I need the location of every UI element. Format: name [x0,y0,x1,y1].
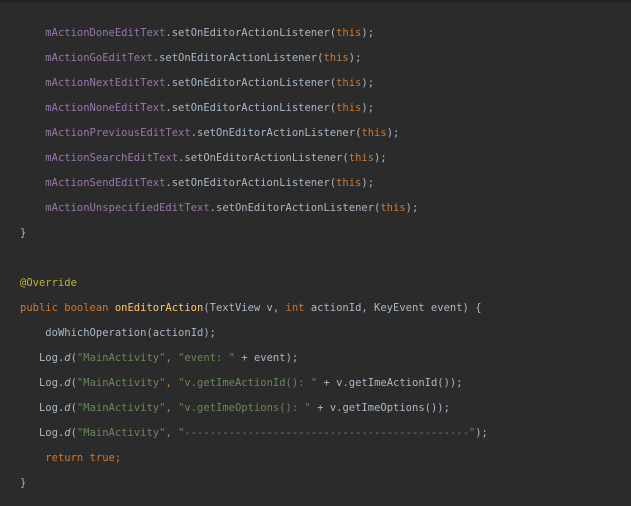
code-line: @Override [20,271,77,296]
code-token: this [336,177,362,189]
code-line: mActionNextEditText.setOnEditorActionLis… [20,71,374,96]
code-token: .setOnEditorActionListener( [165,77,337,89]
code-token: mActionGoEditText [45,52,153,64]
code-token: this [336,27,362,39]
code-token: Log. [38,352,65,364]
code-line: Log.d("MainActivity", "v.getImeOptions()… [20,396,450,421]
code-token: Log. [38,427,65,439]
code-editor[interactable]: mActionDoneEditText.setOnEditorActionLis… [0,0,631,506]
code-token: .setOnEditorActionListener( [190,127,362,139]
code-token: mActionPreviousEditText [45,127,191,139]
code-token: Log. [38,402,65,414]
code-line: mActionPreviousEditText.setOnEditorActio… [20,121,399,146]
code-token: "MainActivity" [76,377,166,389]
code-token: this [380,202,406,214]
code-token: ); [374,152,387,164]
code-token: "v.getImeActionId(): " [178,377,318,389]
code-token: int [285,302,311,314]
code-line: doWhichOperation(actionId); [20,321,216,346]
code-token: , [165,352,179,364]
code-line: Log.d("MainActivity", "-----------------… [20,421,488,446]
code-token: this [336,102,362,114]
code-line: Log.d("MainActivity", "event: " + event)… [20,346,298,371]
code-token: ); [348,52,362,64]
code-token: public boolean [20,302,115,314]
code-token: ; [114,452,122,464]
code-token: "---------------------------------------… [178,427,476,439]
code-token: "MainActivity" [76,402,166,414]
code-token: (TextView v, [203,302,286,314]
code-line: mActionDoneEditText.setOnEditorActionLis… [20,21,374,46]
code-token: this [336,77,362,89]
code-line: } [20,221,26,246]
code-token: + v.getImeActionId()); [317,377,463,389]
code-token: , [165,402,179,414]
code-token: ); [386,127,400,139]
code-token: } [20,477,27,489]
code-line: mActionSearchEditText.setOnEditorActionL… [20,146,387,171]
code-token: "MainActivity" [76,427,166,439]
code-token: .setOnEditorActionListener( [165,27,337,39]
code-token: this [348,152,375,164]
code-token: .setOnEditorActionListener( [165,177,337,189]
code-token: doWhichOperation(actionId); [45,327,216,339]
code-line: public boolean onEditorAction(TextView v… [20,296,482,321]
code-token: ); [361,27,375,39]
code-token: mActionSendEditText [45,177,166,189]
code-token: .setOnEditorActionListener( [152,52,324,64]
code-token: "event: " [178,352,235,364]
code-token: "v.getImeOptions(): " [178,402,311,414]
code-token: .setOnEditorActionListener( [165,102,337,114]
code-token: this [361,127,387,139]
code-token: + v.getImeOptions()); [310,402,450,414]
code-token: ); [361,77,375,89]
code-token: ); [361,102,375,114]
code-token: ); [405,202,419,214]
code-line: mActionUnspecifiedEditText.setOnEditorAc… [20,196,418,221]
code-token: .setOnEditorActionListener( [209,202,381,214]
code-token: , [165,377,179,389]
code-token: ); [475,427,488,439]
code-token: mActionUnspecifiedEditText [45,202,210,214]
code-line: return true; [20,446,121,471]
code-line: mActionNoneEditText.setOnEditorActionLis… [20,96,374,121]
code-token: actionId, KeyEvent event) { [310,302,482,314]
code-token: "MainActivity" [76,352,166,364]
code-token: ); [361,177,375,189]
code-line: } [20,471,26,496]
code-token: this [323,52,349,64]
code-token: + event); [235,352,299,364]
code-token: onEditorAction [114,302,204,314]
code-line: Log.d("MainActivity", "v.getImeActionId(… [20,371,463,396]
code-token: return true [45,452,115,464]
code-token: mActionSearchEditText [45,152,179,164]
code-token: mActionNoneEditText [45,102,166,114]
code-token: .setOnEditorActionListener( [178,152,349,164]
code-token: Log. [38,377,65,389]
code-line: mActionSendEditText.setOnEditorActionLis… [20,171,374,196]
code-line: mActionGoEditText.setOnEditorActionListe… [20,46,361,71]
code-token: } [20,227,27,239]
code-token: mActionNextEditText [45,77,166,89]
code-token: @Override [20,277,77,289]
code-token: , [165,427,179,439]
code-token: mActionDoneEditText [45,27,166,39]
